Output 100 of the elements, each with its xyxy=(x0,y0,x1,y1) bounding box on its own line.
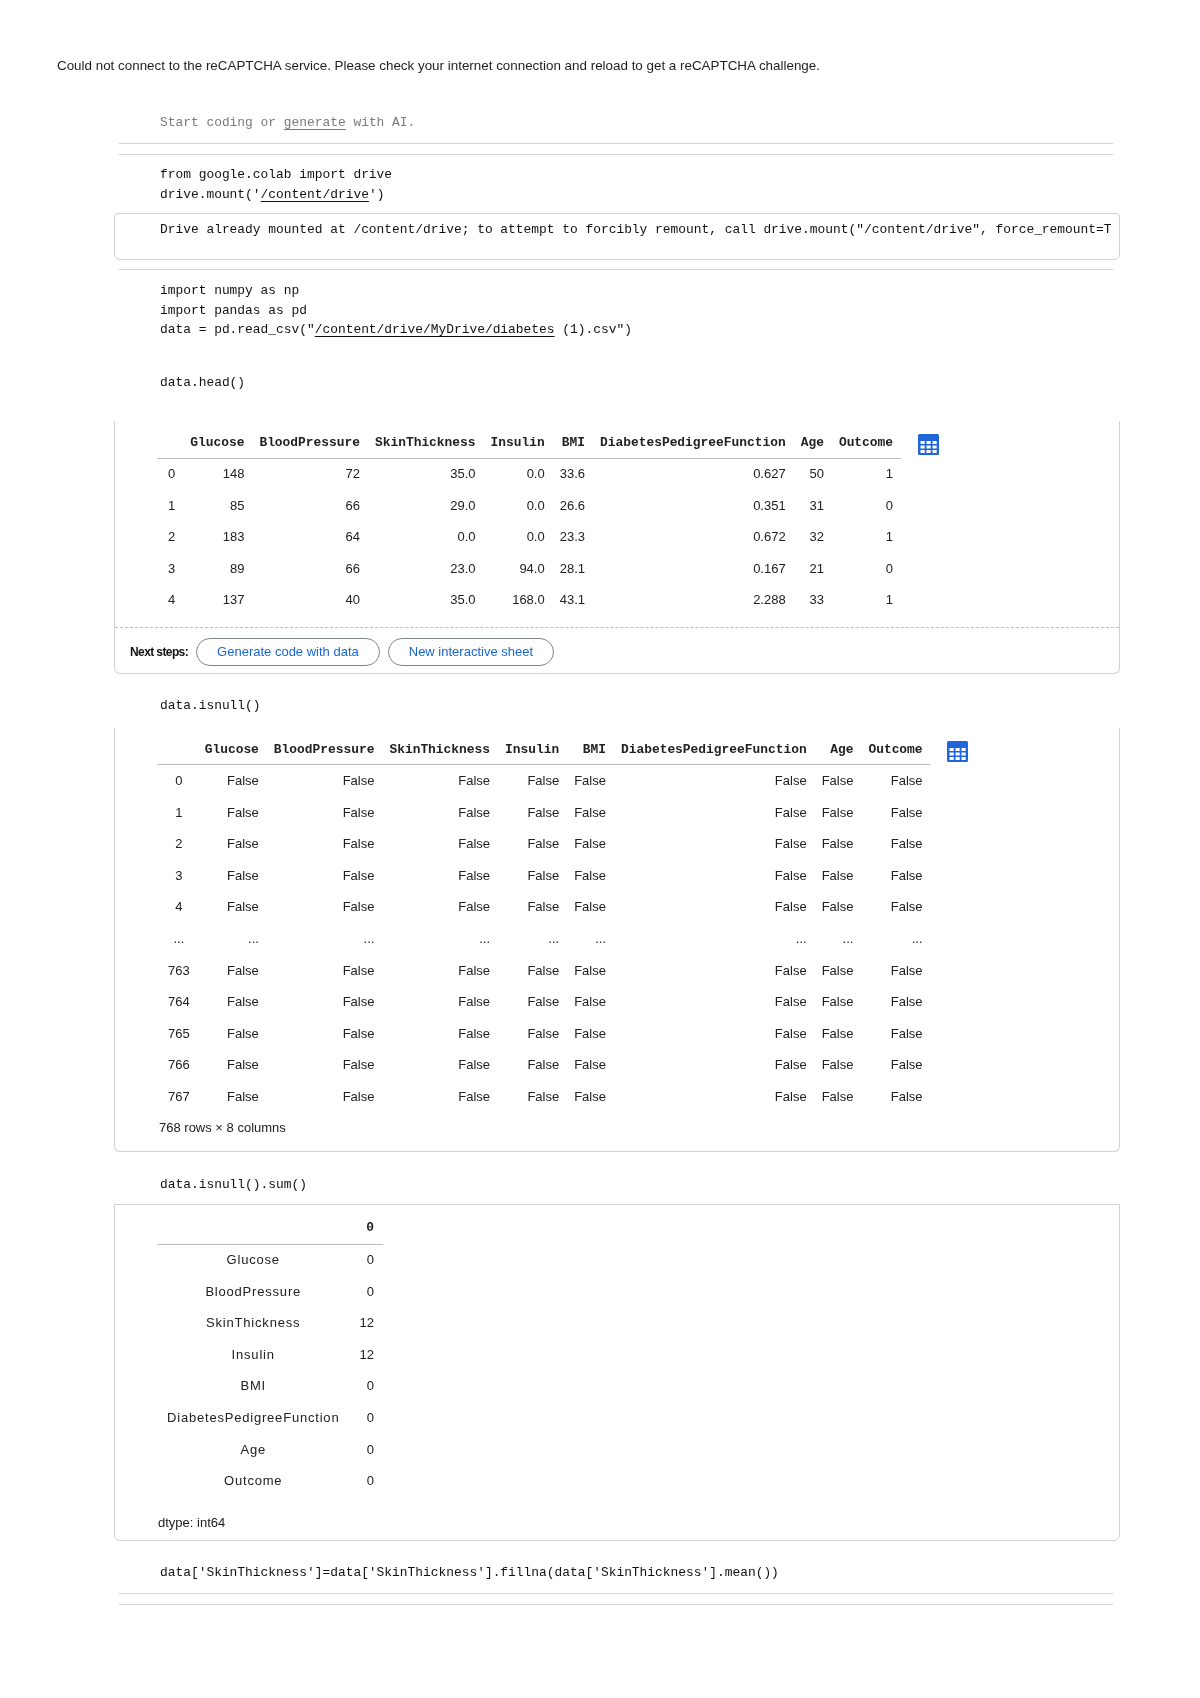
table-cell-text: False xyxy=(820,898,855,917)
table-cell-text: False xyxy=(526,993,561,1012)
table-cell-text: False xyxy=(341,1024,376,1043)
table-cell-text: False xyxy=(773,961,808,980)
table-cell: False xyxy=(266,764,382,797)
table-cell-text: 0.0 xyxy=(525,496,546,515)
row-index: ... xyxy=(172,930,186,948)
table-cell-text: False xyxy=(457,803,491,822)
column-header: BloodPressure xyxy=(266,734,382,765)
row-label: Glucose xyxy=(157,1244,350,1276)
code-line: drive.mount('/content/drive') xyxy=(159,185,386,204)
row-label: DiabetesPedigreeFunction xyxy=(166,1409,341,1427)
row-index: 763 xyxy=(167,961,191,980)
table-cell-text: False xyxy=(889,898,924,917)
column-header: Outcome xyxy=(860,734,931,765)
table-cell-text: False xyxy=(820,961,855,980)
code-line: from google.colab import drive xyxy=(159,166,394,184)
dtype-text: dtype: int64 xyxy=(158,1513,226,1532)
table-cell-text: False xyxy=(526,898,561,917)
table-cell-text: 23.0 xyxy=(449,559,477,578)
row-index: 1 xyxy=(174,803,184,822)
table-cell-text: 64 xyxy=(344,528,361,547)
column-header: Outcome xyxy=(831,428,901,458)
suggestion-button[interactable]: Generate code with data xyxy=(196,637,380,666)
table-cell: 148 xyxy=(182,458,252,490)
table-cell-text: False xyxy=(457,961,491,980)
table-cell: False xyxy=(814,764,861,797)
path-link[interactable]: /content/drive/MyDrive/diabetes xyxy=(314,322,555,337)
placeholder-text: Start coding or generate with AI. xyxy=(160,114,416,132)
table-cell-text: False xyxy=(773,898,808,917)
table-cell-text: False xyxy=(573,993,607,1012)
table-cell-text: 29.0 xyxy=(449,496,477,515)
table-cell-text: False xyxy=(573,1056,607,1075)
table-cell-text: False xyxy=(573,866,607,885)
table-cell: 72 xyxy=(251,458,368,490)
table-cell-text: 0.672 xyxy=(752,528,787,547)
table-cell-text: False xyxy=(820,835,855,854)
table-cell: False xyxy=(381,764,498,797)
table-cell-text: 89 xyxy=(228,559,246,578)
table-cell-text: False xyxy=(773,803,808,822)
row-label: BMI xyxy=(239,1377,267,1396)
table-cell-text: False xyxy=(573,961,607,980)
row-index: 0 xyxy=(157,764,198,797)
table-cell-text: False xyxy=(526,866,561,885)
table-cell-text: 0.0 xyxy=(456,528,477,547)
table-cell-text: False xyxy=(526,1024,561,1043)
table-cell-text: 137 xyxy=(221,591,246,610)
table-cell-text: False xyxy=(341,993,376,1012)
table-cell-text: False xyxy=(526,961,561,980)
table-cell-text: ... xyxy=(362,930,376,948)
row-index: 4 xyxy=(167,591,177,610)
connection-error-message: Could not connect to the reCAPTCHA service. Please check your internet connection and reload to get a reCAPTCHA challenge. xyxy=(57,57,820,75)
code-line: import pandas as pd xyxy=(159,301,308,320)
column-header: BMI xyxy=(566,734,614,765)
table-cell: 35.0 xyxy=(367,458,484,490)
table-cell-text: 32 xyxy=(808,528,825,547)
table-cell-text: False xyxy=(889,961,924,980)
row-index: 3 xyxy=(174,866,184,885)
table-cell-text: False xyxy=(457,993,491,1012)
column-header: Age xyxy=(793,428,832,458)
table-cell-text: False xyxy=(341,1056,376,1075)
table-cell: False xyxy=(197,764,267,797)
table-icon[interactable] xyxy=(917,434,939,455)
table-cell-text: False xyxy=(820,993,855,1012)
table-cell-text: 28.1 xyxy=(558,559,586,578)
table-cell-text: 0 xyxy=(365,1377,375,1396)
row-index: 767 xyxy=(167,1087,191,1106)
row-index: 2 xyxy=(174,835,184,854)
table-cell-text: 1 xyxy=(884,591,895,610)
row-index: 3 xyxy=(167,559,177,578)
table-size-text: 768 rows × 8 columns xyxy=(159,1119,286,1137)
table-cell: 1 xyxy=(831,458,901,490)
code-input-field[interactable]: Start coding or generate with AI. xyxy=(119,107,1113,144)
column-header: SkinThickness xyxy=(367,428,484,458)
table-cell-text: False xyxy=(889,803,924,822)
generate-link[interactable]: generate xyxy=(283,115,346,130)
table-cell: 0.0 xyxy=(483,458,553,490)
table-cell-text: 66 xyxy=(344,496,361,515)
row-index: 764 xyxy=(167,993,191,1012)
table-cell-text: 31 xyxy=(808,496,825,515)
table-cell: 50 xyxy=(793,458,832,490)
row-label: SkinThickness xyxy=(205,1314,302,1333)
column-header: 0 xyxy=(349,1211,383,1244)
path-link[interactable]: /content/drive xyxy=(260,186,369,202)
table-cell-text: False xyxy=(341,866,376,885)
table-cell-text: False xyxy=(526,803,561,822)
table-cell-text: False xyxy=(573,898,607,917)
suggestion-button[interactable]: New interactive sheet xyxy=(387,637,555,666)
table-cell-text: False xyxy=(341,835,376,854)
table-cell-text: False xyxy=(526,1087,561,1106)
row-index: 2 xyxy=(167,528,177,547)
table-cell-text: 168.0 xyxy=(511,591,546,610)
column-header: DiabetesPedigreeFunction xyxy=(613,734,815,765)
table-icon[interactable] xyxy=(947,740,969,762)
output-text: Drive already mounted at /content/drive; to attempt to forcibly remount, call drive.mount("/content/drive", force_remount=T xyxy=(160,221,1112,239)
table-cell-text: False xyxy=(457,866,491,885)
table-cell-text: False xyxy=(820,1087,855,1106)
row-index: 1 xyxy=(167,496,177,515)
table-cell-text: False xyxy=(526,1056,561,1075)
table-cell-text: 0.167 xyxy=(752,559,787,578)
